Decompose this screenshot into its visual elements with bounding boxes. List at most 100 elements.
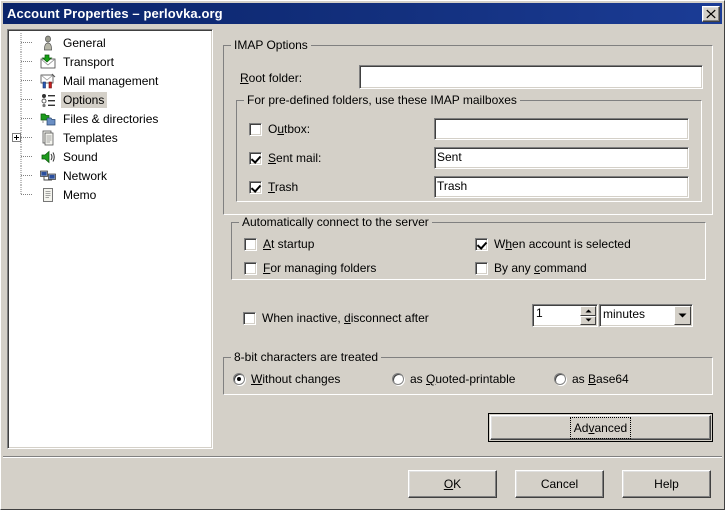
outbox-input[interactable] bbox=[434, 118, 689, 140]
sidebar-item-label: Transport bbox=[63, 54, 114, 69]
chevron-down-icon[interactable] bbox=[674, 306, 691, 325]
ok-button[interactable]: OK bbox=[408, 470, 497, 498]
sidebar-item-transport[interactable]: Transport bbox=[8, 52, 212, 71]
without-changes-label: Without changes bbox=[251, 372, 341, 386]
sidebar-item-label: General bbox=[63, 35, 106, 50]
for-managing-folders-checkbox[interactable] bbox=[244, 261, 257, 275]
sidebar-item-memo[interactable]: Memo bbox=[8, 185, 212, 204]
trash-input[interactable]: Trash bbox=[434, 176, 689, 198]
quoted-printable-radio-row[interactable]: as Quoted-printable bbox=[392, 372, 515, 386]
quoted-printable-radio[interactable] bbox=[392, 373, 404, 385]
settings-tree-panel[interactable]: General Transport Mail management Option… bbox=[7, 29, 213, 449]
note-icon bbox=[40, 187, 56, 203]
sidebar-item-files-directories[interactable]: Files & directories bbox=[8, 109, 212, 128]
at-startup-label: At startup bbox=[263, 237, 315, 251]
expand-templates-icon[interactable] bbox=[12, 133, 21, 142]
tree-line bbox=[18, 147, 40, 166]
predefined-mailboxes-group-title: For pre-defined folders, use these IMAP … bbox=[244, 94, 520, 107]
sidebar-item-label: Templates bbox=[63, 130, 118, 145]
base64-radio-row[interactable]: as Base64 bbox=[554, 372, 629, 386]
inactive-timeout-unit-value: minutes bbox=[603, 307, 646, 321]
inactive-timeout-unit-select[interactable]: minutes bbox=[599, 304, 693, 327]
sidebar-item-label: Files & directories bbox=[63, 111, 159, 126]
imap-options-group-title: IMAP Options bbox=[231, 39, 311, 52]
stepper-buttons[interactable] bbox=[580, 306, 596, 325]
close-button[interactable] bbox=[702, 5, 720, 22]
close-icon bbox=[706, 9, 716, 19]
person-icon bbox=[40, 35, 56, 51]
network-icon bbox=[40, 168, 56, 184]
predefined-mailboxes-group: For pre-defined folders, use these IMAP … bbox=[236, 94, 702, 202]
by-any-command-checkbox[interactable] bbox=[475, 261, 488, 275]
sent-mail-label: Sent mail: bbox=[268, 151, 322, 165]
sent-mail-checkbox[interactable] bbox=[249, 151, 262, 165]
base64-radio[interactable] bbox=[554, 373, 566, 385]
eightbit-group-title: 8-bit characters are treated bbox=[231, 351, 382, 364]
sent-mail-checkbox-row[interactable]: Sent mail: bbox=[249, 151, 321, 165]
root-folder-input[interactable] bbox=[359, 65, 703, 89]
footer-separator bbox=[3, 456, 722, 458]
sent-mail-input[interactable]: Sent bbox=[434, 147, 689, 169]
sidebar-item-label: Options bbox=[61, 91, 108, 108]
inactive-timeout-stepper[interactable]: 1 bbox=[532, 304, 598, 327]
speaker-icon bbox=[40, 149, 56, 165]
ok-button-label: OK bbox=[443, 477, 462, 491]
when-inactive-checkbox-row[interactable]: When inactive, disconnect after bbox=[243, 311, 429, 325]
when-inactive-label: When inactive, disconnect after bbox=[262, 311, 429, 325]
root-folder-label: Root folder: bbox=[240, 71, 303, 85]
at-startup-checkbox[interactable] bbox=[244, 237, 257, 251]
mail-tools-icon bbox=[40, 73, 56, 89]
base64-label: as Base64 bbox=[572, 372, 629, 386]
sidebar-item-general[interactable]: General bbox=[8, 33, 212, 52]
button-face: Advanced bbox=[490, 415, 711, 440]
sidebar-item-network[interactable]: Network bbox=[8, 166, 212, 185]
when-inactive-checkbox[interactable] bbox=[243, 311, 256, 325]
sidebar-item-label: Mail management bbox=[63, 73, 159, 88]
advanced-button[interactable]: Advanced bbox=[488, 413, 713, 442]
by-any-command-checkbox-row[interactable]: By any command bbox=[475, 261, 587, 275]
envelope-arrow-icon bbox=[40, 54, 56, 70]
stepper-up-icon[interactable] bbox=[580, 306, 596, 316]
sidebar-item-options[interactable]: Options bbox=[8, 90, 212, 109]
trash-checkbox[interactable] bbox=[249, 180, 262, 194]
documents-icon bbox=[40, 130, 56, 146]
for-managing-folders-checkbox-row[interactable]: For managing folders bbox=[244, 261, 376, 275]
at-startup-checkbox-row[interactable]: At startup bbox=[244, 237, 314, 251]
sidebar-item-label: Sound bbox=[63, 149, 98, 164]
outbox-checkbox-row[interactable]: Outbox: bbox=[249, 122, 310, 136]
trash-label: Trash bbox=[268, 180, 299, 194]
without-changes-radio[interactable] bbox=[233, 373, 245, 385]
list-options-icon bbox=[40, 92, 56, 108]
cancel-button-label: Cancel bbox=[540, 477, 579, 491]
sidebar-item-sound[interactable]: Sound bbox=[8, 147, 212, 166]
folders-icon bbox=[40, 111, 56, 127]
tree-line bbox=[18, 71, 40, 90]
outbox-checkbox[interactable] bbox=[249, 122, 262, 136]
stepper-down-icon[interactable] bbox=[580, 315, 596, 325]
sidebar-item-label: Memo bbox=[63, 187, 97, 202]
outbox-label: Outbox: bbox=[268, 122, 311, 136]
tree-line bbox=[18, 90, 40, 109]
title-bar: Account Properties – perlovka.org bbox=[3, 3, 722, 24]
help-button-label: Help bbox=[654, 477, 679, 491]
by-any-command-label: By any command bbox=[494, 261, 587, 275]
for-managing-folders-label: For managing folders bbox=[263, 261, 377, 275]
window-title: Account Properties – perlovka.org bbox=[7, 6, 223, 21]
cancel-button[interactable]: Cancel bbox=[515, 470, 604, 498]
account-properties-dialog: Account Properties – perlovka.org Genera… bbox=[0, 0, 725, 510]
tree-line bbox=[18, 33, 40, 52]
when-account-selected-checkbox[interactable] bbox=[475, 237, 488, 251]
tree-line bbox=[18, 166, 40, 185]
without-changes-radio-row[interactable]: Without changes bbox=[233, 372, 340, 386]
sidebar-item-mail-management[interactable]: Mail management bbox=[8, 71, 212, 90]
sidebar-item-label: Network bbox=[63, 168, 108, 183]
autoconnect-group: Automatically connect to the server At s… bbox=[231, 216, 706, 280]
when-account-selected-label: When account is selected bbox=[494, 237, 631, 251]
trash-checkbox-row[interactable]: Trash bbox=[249, 180, 298, 194]
tree-line bbox=[18, 109, 40, 128]
inactive-timeout-value[interactable]: 1 bbox=[533, 305, 580, 326]
sidebar-item-templates[interactable]: Templates bbox=[8, 128, 212, 147]
tree-line bbox=[18, 52, 40, 71]
help-button[interactable]: Help bbox=[622, 470, 711, 498]
when-account-selected-checkbox-row[interactable]: When account is selected bbox=[475, 237, 631, 251]
